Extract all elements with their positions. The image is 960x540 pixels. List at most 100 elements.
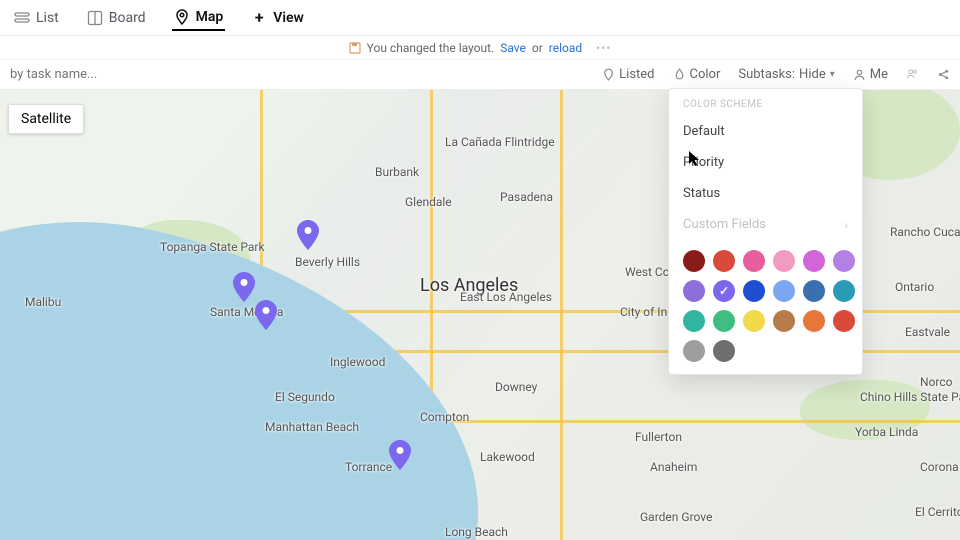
listed-label: Listed [619,67,654,82]
listed-toggle[interactable]: Listed [602,67,654,82]
chevron-right-icon: › [844,218,848,232]
city-label: Corona [920,460,959,474]
plus-icon: + [251,10,267,26]
tab-list-label: List [36,10,59,26]
tab-add-view[interactable]: + View [249,6,306,30]
me-label: Me [870,67,888,82]
color-swatch[interactable] [833,280,855,302]
city-label: Topanga State Park [160,240,265,254]
color-swatch[interactable] [713,280,735,302]
color-swatch[interactable] [803,280,825,302]
color-swatch[interactable] [833,250,855,272]
cursor-icon [688,150,702,168]
city-label: Anaheim [650,460,697,474]
task-pin[interactable] [297,220,319,250]
subtasks-label: Subtasks: [738,67,795,82]
tab-list[interactable]: List [12,6,61,30]
map-road [560,90,563,540]
list-icon [14,10,30,26]
notice-text: You changed the layout. [367,41,495,55]
color-option-default[interactable]: Default [669,116,862,147]
color-label: Color [690,67,721,82]
map-pin-icon [174,9,190,25]
city-label: Torrance [345,460,392,474]
search-input[interactable] [10,67,170,82]
city-label: Fullerton [635,430,682,444]
city-label: El Cerrito [915,505,960,519]
city-label: Chino Hills State Park [860,390,960,404]
share-button[interactable] [937,68,950,81]
city-label: Yorba Linda [855,425,918,439]
city-label: Burbank [375,165,419,179]
chevron-down-icon: ▾ [830,69,835,80]
city-label: East Los Angeles [460,290,552,304]
city-label: Beverly Hills [295,255,360,269]
city-label: Lakewood [480,450,535,464]
city-label: La Cañada Flintridge [445,135,555,149]
tab-add-label: View [273,10,304,26]
city-label: Malibu [25,295,61,309]
color-swatch[interactable] [683,310,705,332]
color-swatch[interactable] [713,250,735,272]
panel-header: COLOR SCHEME [669,89,862,116]
layout-change-notice: You changed the layout. Save or reload •… [0,36,960,60]
subtasks-toggle[interactable]: Subtasks: Hide ▾ [738,67,834,82]
share-icon [937,68,950,81]
task-pin[interactable] [255,300,277,330]
tab-board-label: Board [109,10,146,26]
assignees-button[interactable] [906,68,919,81]
city-label: Glendale [405,195,452,209]
color-swatch[interactable] [743,250,765,272]
city-label: Ontario [895,280,934,294]
city-label: Long Beach [445,525,508,539]
color-swatch[interactable] [743,280,765,302]
save-icon [349,42,361,54]
color-option-custom-fields[interactable]: Custom Fields › [669,209,862,240]
city-label: Rancho Cucamonga [890,225,960,239]
color-swatch[interactable] [803,310,825,332]
city-label: Inglewood [330,355,385,369]
city-label: Garden Grove [640,510,712,524]
color-toggle[interactable]: Color [673,67,721,82]
city-label: Downey [495,380,537,394]
task-pin[interactable] [389,440,411,470]
notice-reload-link[interactable]: reload [549,41,582,55]
tab-map[interactable]: Map [172,5,226,31]
color-swatch[interactable] [833,310,855,332]
color-scheme-panel: COLOR SCHEME Default Priority Status Cus… [668,88,863,375]
notice-save-link[interactable]: Save [500,41,526,55]
satellite-button[interactable]: Satellite [8,104,84,134]
color-swatch[interactable] [713,340,735,362]
notice-or: or [532,41,543,55]
people-icon [906,68,919,81]
map-toolbar: Listed Color Subtasks: Hide ▾ Me [0,60,960,90]
color-swatch[interactable] [683,340,705,362]
color-swatch[interactable] [773,250,795,272]
city-label: Compton [420,410,469,424]
person-icon [853,68,866,81]
city-label: Eastvale [905,325,950,339]
subtasks-value: Hide [799,67,826,82]
color-swatch[interactable] [743,310,765,332]
color-option-status[interactable]: Status [669,178,862,209]
color-swatch[interactable] [683,280,705,302]
tab-board[interactable]: Board [85,6,148,30]
color-swatch[interactable] [773,310,795,332]
task-pin[interactable] [233,272,255,302]
pin-outline-icon [602,68,615,81]
droplet-icon [673,68,686,81]
city-label: Manhattan Beach [265,420,359,434]
color-swatch[interactable] [773,280,795,302]
city-label: Pasadena [500,190,553,204]
board-icon [87,10,103,26]
color-swatch[interactable] [683,250,705,272]
custom-fields-label: Custom Fields [683,217,766,232]
me-filter[interactable]: Me [853,67,888,82]
color-swatch[interactable] [713,310,735,332]
notice-more-icon[interactable]: ••• [596,41,611,55]
color-swatch[interactable] [803,250,825,272]
view-tabs: List Board Map + View [0,0,960,36]
city-label: El Segundo [275,390,335,404]
color-palette [669,240,862,362]
city-label: Norco [920,375,952,389]
